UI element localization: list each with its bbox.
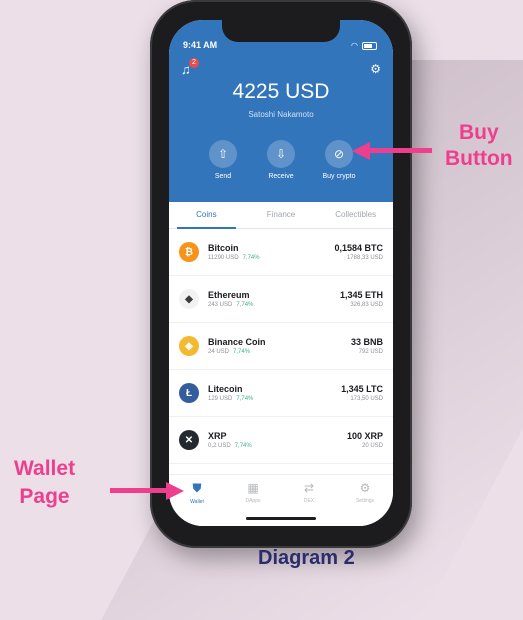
- diagram-caption: Diagram 2: [258, 547, 355, 569]
- coin-name: Binance Coin: [208, 337, 266, 347]
- coin-name: Bitcoin: [208, 243, 239, 253]
- buy-annotation-line1: Buy: [458, 121, 499, 144]
- wallet-arrow-head: [166, 482, 184, 500]
- wallet-annotation-line1: Wallet: [14, 457, 76, 480]
- download-arrow-icon: ⇩: [267, 140, 295, 168]
- binance-coin-icon: ◈: [179, 336, 199, 356]
- coin-price: 11290 USD: [208, 255, 239, 261]
- asset-tabs: Coins Finance Collectibles: [169, 202, 393, 229]
- tab-collectibles[interactable]: Collectibles: [318, 202, 393, 228]
- ethereum-icon: ◆: [179, 289, 199, 309]
- tag-icon: ⊘: [325, 140, 353, 168]
- wallet-page-annotation: Wallet Page: [14, 455, 75, 511]
- coin-list: ₿ Bitcoin 11290 USD 7,74% 0,1584 BTC 1788…: [169, 229, 393, 464]
- home-indicator: [246, 517, 316, 520]
- coin-amount: 33 BNB: [350, 337, 383, 347]
- buy-button-annotation: Buy Button: [445, 120, 513, 172]
- coin-amount: 1,345 LTC: [341, 384, 383, 394]
- wallet-annotation-line2: Page: [19, 485, 70, 508]
- battery-icon: [362, 41, 377, 50]
- coin-change: 7,74%: [236, 302, 254, 308]
- gear-icon: ⚙: [359, 481, 371, 495]
- status-time: 9:41 AM: [183, 40, 218, 50]
- send-label: Send: [214, 173, 232, 180]
- nav-label: Settings: [355, 498, 375, 504]
- status-icons: ◠: [351, 41, 377, 50]
- coin-value: 20 USD: [361, 443, 383, 449]
- coin-amount: 1,345 ETH: [339, 290, 383, 300]
- wifi-icon: ◠: [351, 41, 358, 50]
- wallet-username: Satoshi Nakamoto: [248, 110, 314, 119]
- upload-arrow-icon: ⇧: [209, 140, 237, 168]
- swap-icon: ⇄: [303, 481, 315, 495]
- buy-annotation-line2: Button: [445, 147, 513, 170]
- wallet-arrow-line: [110, 488, 166, 493]
- coin-row-binance-coin[interactable]: ◈ Binance Coin 24 USD 7,74% 33 BNB 792 US…: [169, 323, 393, 370]
- coin-row-litecoin[interactable]: Ł Litecoin 129 USD 7,74% 1,345 LTC 173,50…: [169, 370, 393, 417]
- bitcoin-icon: ₿: [179, 242, 199, 262]
- phone-notch: [222, 20, 340, 42]
- wallet-header: 9:41 AM ◠ ♫ 2 ⚙ 4225 USD Satoshi Nakamot…: [169, 20, 393, 202]
- coin-change: 7,74%: [234, 443, 252, 449]
- shield-icon: ⛊: [192, 481, 202, 495]
- tab-finance[interactable]: Finance: [244, 202, 319, 228]
- receive-label: Receive: [268, 173, 294, 180]
- coin-change: 7,74%: [236, 396, 254, 402]
- coin-price: 243 USD: [208, 302, 233, 308]
- coin-amount: 0,1584 BTC: [334, 243, 383, 253]
- balance-total: 4225 USD: [232, 80, 330, 103]
- nav-settings[interactable]: ⚙ Settings: [337, 481, 393, 526]
- coin-name: Ethereum: [208, 290, 250, 300]
- tab-coins[interactable]: Coins: [169, 202, 244, 229]
- coin-price: 0,2 USD: [208, 443, 231, 449]
- coin-value: 792 USD: [358, 349, 383, 355]
- notification-badge: 2: [189, 58, 199, 68]
- coin-amount: 100 XRP: [346, 431, 383, 441]
- coin-value: 326,83 USD: [350, 302, 383, 308]
- buy-arrow-line: [370, 148, 432, 153]
- coin-value: 1788,33 USD: [346, 255, 383, 261]
- send-button[interactable]: ⇧ Send: [204, 140, 242, 180]
- coin-row-xrp[interactable]: ✕ XRP 0,2 USD 7,74% 100 XRP 20 USD: [169, 417, 393, 464]
- coin-row-bitcoin[interactable]: ₿ Bitcoin 11290 USD 7,74% 0,1584 BTC 1788…: [169, 229, 393, 276]
- coin-price: 129 USD: [208, 396, 233, 402]
- coin-row-ethereum[interactable]: ◆ Ethereum 243 USD 7,74% 1,345 ETH 326,83…: [169, 276, 393, 323]
- nav-label: Wallet: [190, 499, 204, 505]
- filter-settings-icon[interactable]: ⚙: [370, 62, 381, 76]
- phone-screen: 9:41 AM ◠ ♫ 2 ⚙ 4225 USD Satoshi Nakamot…: [169, 20, 393, 526]
- receive-button[interactable]: ⇩ Receive: [262, 140, 300, 180]
- coin-value: 173,50 USD: [350, 396, 383, 402]
- coin-name: XRP: [208, 431, 227, 441]
- coin-price: 24 USD: [208, 349, 230, 355]
- coin-change: 7,74%: [233, 349, 251, 355]
- nav-label: DEX: [303, 498, 315, 504]
- nav-label: DApps: [245, 498, 261, 504]
- coin-name: Litecoin: [208, 384, 243, 394]
- buy-arrow-head: [352, 142, 370, 160]
- xrp-icon: ✕: [179, 430, 199, 450]
- buy-crypto-label: Buy crypto: [322, 173, 356, 180]
- coin-change: 7,74%: [242, 255, 260, 261]
- litecoin-icon: Ł: [179, 383, 199, 403]
- grid-icon: ▦: [247, 481, 259, 495]
